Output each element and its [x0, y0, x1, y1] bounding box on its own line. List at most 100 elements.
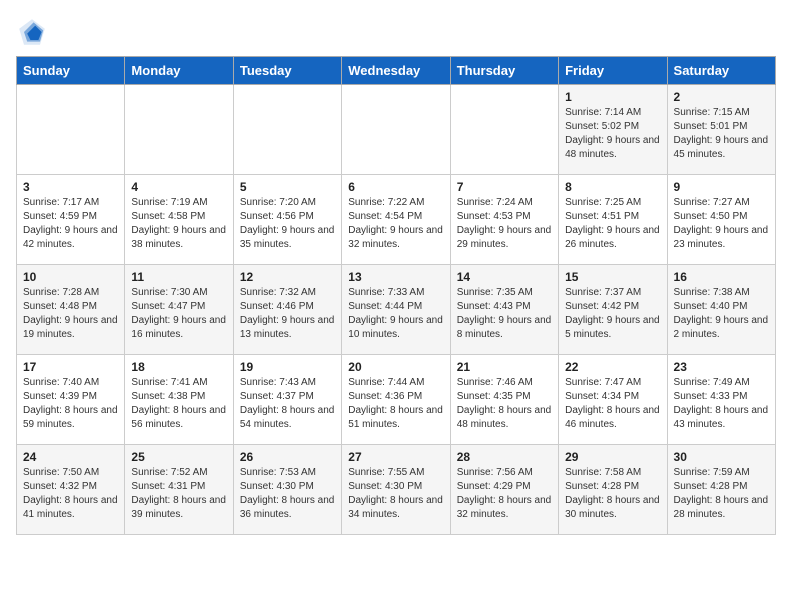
- day-info: Sunrise: 7:35 AM Sunset: 4:43 PM Dayligh…: [457, 286, 552, 342]
- day-number: 18: [131, 360, 226, 374]
- calendar-day-cell: 8 Sunrise: 7:25 AM Sunset: 4:51 PM Daylig…: [559, 175, 667, 265]
- calendar-day-cell: 9 Sunrise: 7:27 AM Sunset: 4:50 PM Daylig…: [667, 175, 775, 265]
- calendar-day-cell: 1 Sunrise: 7:14 AM Sunset: 5:02 PM Daylig…: [559, 85, 667, 175]
- day-number: 17: [23, 360, 118, 374]
- day-number: 12: [240, 270, 335, 284]
- day-info: Sunrise: 7:15 AM Sunset: 5:01 PM Dayligh…: [674, 106, 769, 162]
- calendar-week-row: 10 Sunrise: 7:28 AM Sunset: 4:48 PM Dayli…: [17, 265, 776, 355]
- calendar-day-cell: 21 Sunrise: 7:46 AM Sunset: 4:35 PM Dayli…: [450, 355, 558, 445]
- day-info: Sunrise: 7:50 AM Sunset: 4:32 PM Dayligh…: [23, 466, 118, 522]
- day-number: 19: [240, 360, 335, 374]
- day-info: Sunrise: 7:28 AM Sunset: 4:48 PM Dayligh…: [23, 286, 118, 342]
- day-info: Sunrise: 7:53 AM Sunset: 4:30 PM Dayligh…: [240, 466, 335, 522]
- day-info: Sunrise: 7:44 AM Sunset: 4:36 PM Dayligh…: [348, 376, 443, 432]
- calendar-day-cell: 30 Sunrise: 7:59 AM Sunset: 4:28 PM Dayli…: [667, 445, 775, 535]
- day-info: Sunrise: 7:27 AM Sunset: 4:50 PM Dayligh…: [674, 196, 769, 252]
- day-info: Sunrise: 7:22 AM Sunset: 4:54 PM Dayligh…: [348, 196, 443, 252]
- calendar-header-row: SundayMondayTuesdayWednesdayThursdayFrid…: [17, 57, 776, 85]
- day-number: 23: [674, 360, 769, 374]
- calendar-day-cell: 15 Sunrise: 7:37 AM Sunset: 4:42 PM Dayli…: [559, 265, 667, 355]
- calendar-day-cell: 25 Sunrise: 7:52 AM Sunset: 4:31 PM Dayli…: [125, 445, 233, 535]
- day-number: 21: [457, 360, 552, 374]
- logo-icon: [16, 16, 48, 48]
- day-info: Sunrise: 7:55 AM Sunset: 4:30 PM Dayligh…: [348, 466, 443, 522]
- calendar-day-cell: 23Sunrise: 7:49 AM Sunset: 4:33 PM Dayli…: [667, 355, 775, 445]
- calendar-day-cell: 18Sunrise: 7:41 AM Sunset: 4:38 PM Dayli…: [125, 355, 233, 445]
- calendar-day-cell: [342, 85, 450, 175]
- day-info: Sunrise: 7:37 AM Sunset: 4:42 PM Dayligh…: [565, 286, 660, 342]
- calendar-week-row: 1 Sunrise: 7:14 AM Sunset: 5:02 PM Daylig…: [17, 85, 776, 175]
- day-info: Sunrise: 7:59 AM Sunset: 4:28 PM Dayligh…: [674, 466, 769, 522]
- day-number: 27: [348, 450, 443, 464]
- day-info: Sunrise: 7:52 AM Sunset: 4:31 PM Dayligh…: [131, 466, 226, 522]
- day-number: 26: [240, 450, 335, 464]
- day-number: 24: [23, 450, 118, 464]
- calendar-day-cell: 7 Sunrise: 7:24 AM Sunset: 4:53 PM Daylig…: [450, 175, 558, 265]
- calendar-day-cell: [233, 85, 341, 175]
- calendar-day-cell: 24 Sunrise: 7:50 AM Sunset: 4:32 PM Dayli…: [17, 445, 125, 535]
- calendar-day-cell: 4 Sunrise: 7:19 AM Sunset: 4:58 PM Daylig…: [125, 175, 233, 265]
- day-number: 3: [23, 180, 118, 194]
- day-of-week-header: Friday: [559, 57, 667, 85]
- day-number: 4: [131, 180, 226, 194]
- calendar-day-cell: [17, 85, 125, 175]
- day-info: Sunrise: 7:33 AM Sunset: 4:44 PM Dayligh…: [348, 286, 443, 342]
- day-number: 30: [674, 450, 769, 464]
- day-of-week-header: Wednesday: [342, 57, 450, 85]
- calendar-day-cell: 19 Sunrise: 7:43 AM Sunset: 4:37 PM Dayli…: [233, 355, 341, 445]
- page-header: [16, 16, 776, 48]
- calendar-day-cell: [450, 85, 558, 175]
- calendar-day-cell: 27 Sunrise: 7:55 AM Sunset: 4:30 PM Dayli…: [342, 445, 450, 535]
- day-number: 28: [457, 450, 552, 464]
- calendar-day-cell: [125, 85, 233, 175]
- day-number: 16: [674, 270, 769, 284]
- calendar-day-cell: 26 Sunrise: 7:53 AM Sunset: 4:30 PM Dayli…: [233, 445, 341, 535]
- day-number: 7: [457, 180, 552, 194]
- day-number: 25: [131, 450, 226, 464]
- day-number: 1: [565, 90, 660, 104]
- day-info: Sunrise: 7:40 AM Sunset: 4:39 PM Dayligh…: [23, 376, 118, 432]
- day-number: 5: [240, 180, 335, 194]
- day-info: Sunrise: 7:24 AM Sunset: 4:53 PM Dayligh…: [457, 196, 552, 252]
- calendar-day-cell: 10 Sunrise: 7:28 AM Sunset: 4:48 PM Dayli…: [17, 265, 125, 355]
- day-number: 9: [674, 180, 769, 194]
- day-of-week-header: Thursday: [450, 57, 558, 85]
- day-number: 29: [565, 450, 660, 464]
- day-number: 15: [565, 270, 660, 284]
- calendar-day-cell: 11 Sunrise: 7:30 AM Sunset: 4:47 PM Dayli…: [125, 265, 233, 355]
- day-of-week-header: Sunday: [17, 57, 125, 85]
- day-info: Sunrise: 7:17 AM Sunset: 4:59 PM Dayligh…: [23, 196, 118, 252]
- day-info: Sunrise: 7:56 AM Sunset: 4:29 PM Dayligh…: [457, 466, 552, 522]
- day-info: Sunrise: 7:14 AM Sunset: 5:02 PM Dayligh…: [565, 106, 660, 162]
- day-number: 10: [23, 270, 118, 284]
- calendar-table: SundayMondayTuesdayWednesdayThursdayFrid…: [16, 56, 776, 535]
- day-info: Sunrise: 7:32 AM Sunset: 4:46 PM Dayligh…: [240, 286, 335, 342]
- day-number: 11: [131, 270, 226, 284]
- day-info: Sunrise: 7:38 AM Sunset: 4:40 PM Dayligh…: [674, 286, 769, 342]
- day-number: 6: [348, 180, 443, 194]
- day-info: Sunrise: 7:25 AM Sunset: 4:51 PM Dayligh…: [565, 196, 660, 252]
- day-info: Sunrise: 7:19 AM Sunset: 4:58 PM Dayligh…: [131, 196, 226, 252]
- day-info: Sunrise: 7:20 AM Sunset: 4:56 PM Dayligh…: [240, 196, 335, 252]
- day-number: 20: [348, 360, 443, 374]
- calendar-day-cell: 20 Sunrise: 7:44 AM Sunset: 4:36 PM Dayli…: [342, 355, 450, 445]
- day-info: Sunrise: 7:46 AM Sunset: 4:35 PM Dayligh…: [457, 376, 552, 432]
- calendar-week-row: 24 Sunrise: 7:50 AM Sunset: 4:32 PM Dayli…: [17, 445, 776, 535]
- calendar-day-cell: 2Sunrise: 7:15 AM Sunset: 5:01 PM Daylig…: [667, 85, 775, 175]
- day-number: 8: [565, 180, 660, 194]
- calendar-week-row: 3 Sunrise: 7:17 AM Sunset: 4:59 PM Daylig…: [17, 175, 776, 265]
- day-number: 14: [457, 270, 552, 284]
- day-info: Sunrise: 7:43 AM Sunset: 4:37 PM Dayligh…: [240, 376, 335, 432]
- day-info: Sunrise: 7:30 AM Sunset: 4:47 PM Dayligh…: [131, 286, 226, 342]
- calendar-day-cell: 14 Sunrise: 7:35 AM Sunset: 4:43 PM Dayli…: [450, 265, 558, 355]
- day-info: Sunrise: 7:47 AM Sunset: 4:34 PM Dayligh…: [565, 376, 660, 432]
- day-number: 13: [348, 270, 443, 284]
- calendar-day-cell: 12 Sunrise: 7:32 AM Sunset: 4:46 PM Dayli…: [233, 265, 341, 355]
- calendar-day-cell: 17 Sunrise: 7:40 AM Sunset: 4:39 PM Dayli…: [17, 355, 125, 445]
- day-number: 22: [565, 360, 660, 374]
- calendar-day-cell: 29Sunrise: 7:58 AM Sunset: 4:28 PM Dayli…: [559, 445, 667, 535]
- calendar-day-cell: 28 Sunrise: 7:56 AM Sunset: 4:29 PM Dayli…: [450, 445, 558, 535]
- day-of-week-header: Monday: [125, 57, 233, 85]
- calendar-day-cell: 6 Sunrise: 7:22 AM Sunset: 4:54 PM Daylig…: [342, 175, 450, 265]
- day-of-week-header: Tuesday: [233, 57, 341, 85]
